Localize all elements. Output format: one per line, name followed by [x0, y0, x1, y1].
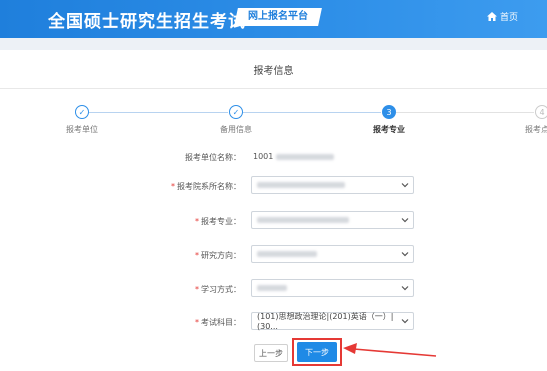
step-1-check-icon: ✓	[75, 105, 89, 119]
required-mark: *	[195, 217, 199, 226]
exam-subjects-value: (101)思想政治理论|(201)英语（一）|(30...	[257, 312, 394, 331]
major-select[interactable]	[251, 211, 414, 229]
required-mark: *	[195, 285, 199, 294]
page-title: 报考信息	[253, 66, 294, 77]
exam-subjects-label: * 考试科目：	[195, 318, 241, 327]
next-step-button[interactable]: 下一步	[297, 342, 337, 362]
site-title: 全国硕士研究生招生考试	[48, 12, 246, 32]
step-2-check-icon: ✓	[229, 105, 243, 119]
department-redacted	[257, 182, 345, 188]
research-direction-redacted	[257, 251, 317, 257]
prev-step-button[interactable]: 上一步	[254, 344, 288, 362]
step-3-label: 报考专业	[373, 125, 405, 134]
required-mark: *	[171, 182, 175, 191]
chevron-down-icon	[401, 252, 409, 257]
home-link-label: 首页	[500, 13, 519, 23]
step-3-marker: 3	[382, 105, 396, 119]
exam-subjects-select[interactable]: (101)思想政治理论|(201)英语（一）|(30...	[251, 312, 414, 331]
unit-name-label: 报考单位名称：	[185, 153, 241, 162]
major-label: * 报考专业：	[195, 217, 241, 226]
research-direction-select[interactable]	[251, 245, 414, 263]
required-mark: *	[195, 251, 199, 260]
chevron-down-icon	[401, 218, 409, 223]
unit-name-value: 1001	[253, 152, 335, 161]
required-mark: *	[195, 318, 199, 327]
step-4-label: 报考点	[525, 125, 547, 134]
chevron-down-icon	[401, 286, 409, 291]
study-mode-redacted	[257, 285, 287, 291]
platform-badge: 网上报名平台	[234, 8, 322, 26]
department-select[interactable]	[251, 176, 414, 194]
step-4-marker: 4	[535, 105, 547, 119]
platform-badge-label: 网上报名平台	[248, 11, 308, 22]
home-icon	[487, 12, 497, 21]
step-2-label: 备用信息	[220, 125, 252, 134]
sub-bar	[0, 38, 547, 50]
chevron-down-icon	[401, 183, 409, 188]
study-mode-label: * 学习方式：	[195, 285, 241, 294]
title-divider	[0, 88, 547, 89]
step-1-label: 报考单位	[66, 125, 98, 134]
research-direction-label: * 研究方向：	[195, 251, 241, 260]
step-connector-3	[396, 112, 534, 113]
step-connector-1	[89, 112, 228, 113]
unit-name-redacted	[276, 153, 335, 160]
top-header: 全国硕士研究生招生考试 网上报名平台 首页	[0, 0, 547, 38]
major-redacted	[257, 217, 349, 223]
chevron-down-icon	[401, 319, 409, 324]
home-link[interactable]: 首页	[487, 10, 518, 23]
step-connector-2	[243, 112, 381, 113]
department-label: * 报考院系所名称：	[171, 182, 241, 191]
study-mode-select[interactable]	[251, 279, 414, 297]
pointer-arrow-icon	[343, 343, 437, 357]
unit-name-code: 1001	[253, 152, 274, 161]
